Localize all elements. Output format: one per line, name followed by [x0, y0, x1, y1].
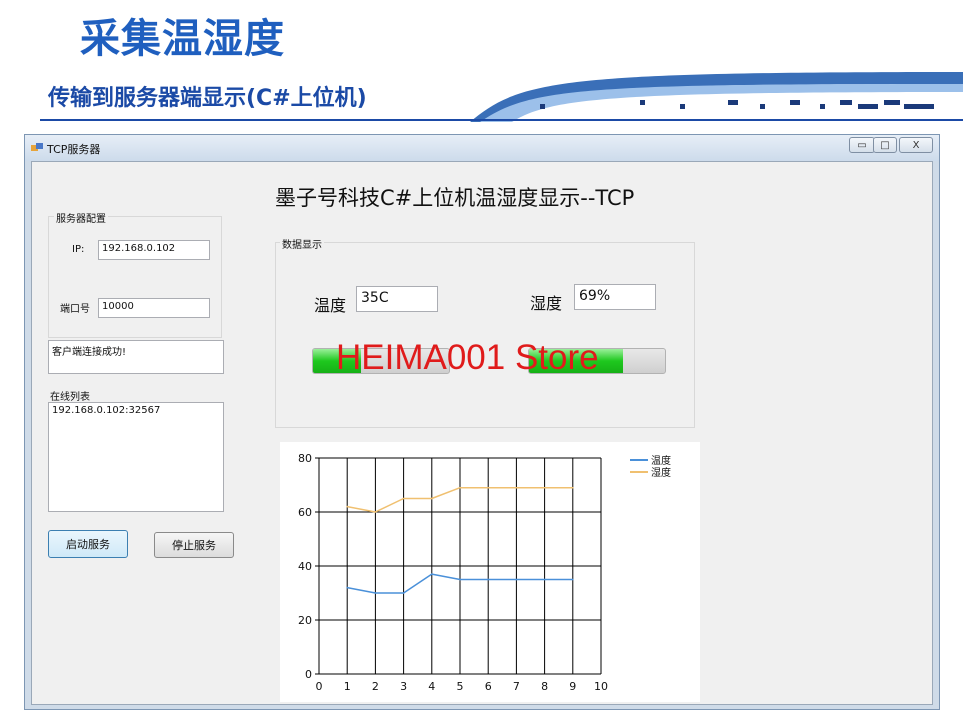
data-display-label: 数据显示 [280, 236, 324, 251]
main-heading: 墨子号科技C#上位机温湿度显示--TCP [275, 186, 635, 210]
legend-label: 湿度 [651, 466, 671, 479]
data-point [515, 578, 518, 581]
data-point [572, 486, 574, 489]
status-textbox[interactable]: 客户端连接成功! [48, 340, 224, 374]
maximize-icon: □ [880, 139, 890, 151]
data-point [543, 578, 546, 581]
data-point [487, 486, 489, 489]
data-point [515, 486, 518, 489]
humidity-field[interactable]: 69% [574, 284, 656, 310]
temperature-field[interactable]: 35C [356, 286, 438, 312]
x-tick-label: 2 [372, 680, 379, 693]
data-point [346, 505, 348, 508]
x-tick-label: 7 [513, 680, 520, 693]
x-tick-label: 5 [457, 680, 464, 693]
window-titlebar[interactable]: TCP服务器 ▭ □ X [25, 135, 939, 161]
x-tick-label: 0 [316, 680, 323, 693]
data-point [374, 511, 377, 513]
stop-service-button[interactable]: 停止服务 [154, 532, 234, 558]
line-chart: 0 1 2 3 4 5 6 7 8 9 10 0 20 40 60 80 温度湿度 [298, 452, 671, 693]
minimize-icon: ▭ [857, 139, 867, 151]
port-input[interactable]: 10000 [98, 298, 210, 318]
x-tick-label: 8 [541, 680, 548, 693]
online-listbox[interactable]: 192.168.0.102:32567 [48, 402, 224, 512]
y-tick-label: 60 [298, 506, 312, 519]
data-point [543, 486, 546, 489]
data-point [431, 497, 433, 500]
x-tick-label: 3 [400, 680, 407, 693]
x-tick-label: 1 [344, 680, 351, 693]
data-display-group [275, 242, 695, 428]
data-point [487, 578, 489, 581]
window-client-area: 服务器配置 IP: 192.168.0.102 端口号 10000 客户端连接成… [31, 161, 933, 705]
ip-label: IP: [72, 244, 85, 255]
y-tick-label: 40 [298, 560, 312, 573]
x-tick-label: 6 [485, 680, 492, 693]
data-point [459, 578, 461, 581]
start-service-button[interactable]: 启动服务 [48, 530, 128, 558]
data-point [431, 573, 433, 575]
ip-input[interactable]: 192.168.0.102 [98, 240, 210, 260]
humidity-label: 湿度 [530, 294, 563, 313]
x-tick-label: 4 [428, 680, 435, 693]
chart-panel: 0 1 2 3 4 5 6 7 8 9 10 0 20 40 60 80 温度 湿度 [280, 442, 700, 702]
server-config-label: 服务器配置 [54, 210, 108, 225]
data-point [402, 592, 405, 594]
temperature-label: 温度 [314, 296, 347, 315]
data-point [572, 578, 574, 581]
maximize-button[interactable]: □ [873, 137, 897, 153]
window-title: TCP服务器 [47, 143, 101, 156]
minimize-button[interactable]: ▭ [849, 137, 875, 153]
legend-label: 温度 [651, 454, 671, 467]
server-config-group [48, 216, 222, 338]
data-point [402, 497, 405, 500]
x-tick-label: 9 [569, 680, 576, 693]
slide-subtitle: 传输到服务器端显示(C#上位机) [48, 86, 367, 111]
close-icon: X [912, 139, 920, 151]
y-tick-label: 20 [298, 614, 312, 627]
data-point [459, 486, 461, 489]
data-point [346, 586, 348, 589]
data-point [374, 592, 377, 594]
list-item[interactable]: 192.168.0.102:32567 [52, 405, 220, 416]
watermark-text: HEIMA001 Store [336, 338, 599, 377]
close-button[interactable]: X [899, 137, 933, 153]
slide-title: 采集温湿度 [80, 16, 285, 62]
online-list-label: 在线列表 [50, 392, 90, 403]
port-label: 端口号 [60, 304, 90, 315]
y-tick-label: 0 [305, 668, 312, 681]
tcp-server-window: TCP服务器 ▭ □ X 服务器配置 IP: 192.168.0.102 端口号… [24, 134, 940, 710]
x-tick-label: 10 [594, 680, 608, 693]
y-tick-label: 80 [298, 452, 312, 465]
app-icon [31, 143, 43, 151]
